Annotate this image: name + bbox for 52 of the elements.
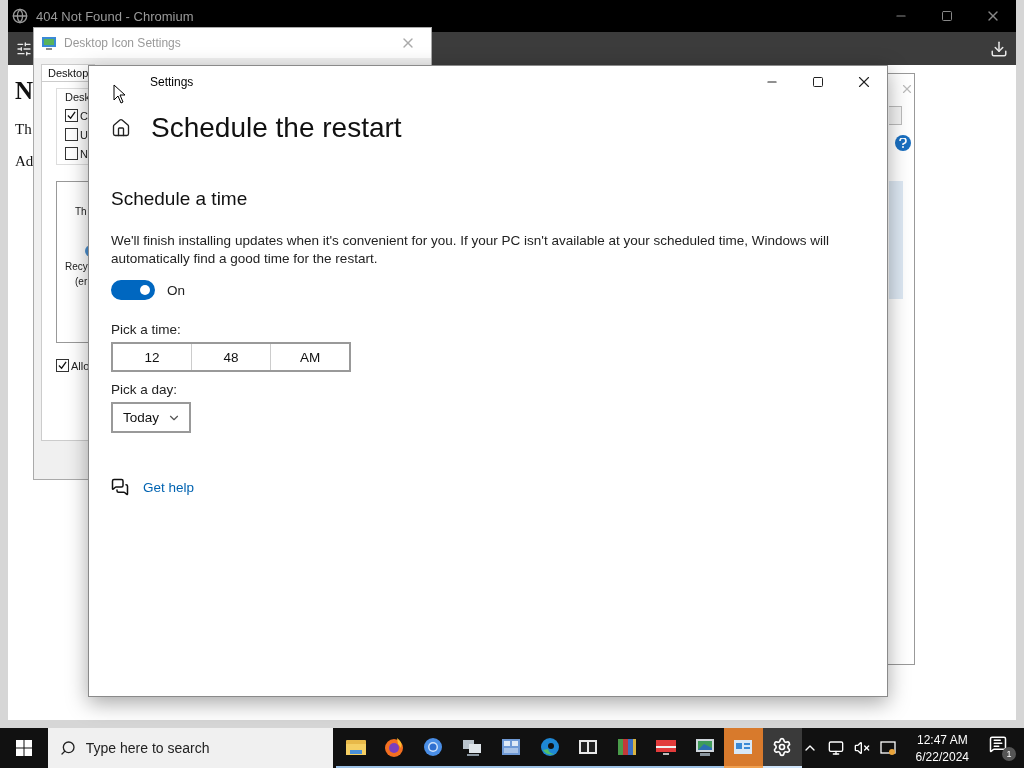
dialog-tab[interactable]: Desktop — [41, 64, 96, 81]
volume-muted-icon[interactable] — [853, 740, 870, 756]
window-title: Settings — [150, 75, 194, 89]
checkbox[interactable] — [56, 359, 69, 372]
search-icon — [59, 740, 76, 756]
icon-label: Recy — [65, 261, 88, 272]
globe-icon — [12, 8, 28, 24]
settings-icon — [772, 737, 793, 757]
clock[interactable]: 12:47 AM 6/22/2024 — [915, 732, 969, 764]
sliders-icon[interactable] — [16, 40, 32, 57]
page-text: Th — [15, 120, 32, 137]
window-title: Desktop Icon Settings — [64, 36, 181, 50]
firefox-icon — [383, 736, 406, 758]
toggle-switch[interactable] — [111, 280, 155, 300]
checkbox[interactable] — [65, 147, 78, 160]
download-icon[interactable] — [990, 39, 1008, 58]
checkbox-label: C — [80, 109, 88, 122]
books-icon — [616, 736, 639, 758]
group-label: Desk — [65, 91, 91, 103]
maximize-icon[interactable] — [812, 76, 824, 88]
network-icon[interactable] — [827, 740, 844, 756]
field-label: Pick a time: — [111, 322, 182, 337]
checkbox[interactable] — [65, 109, 78, 122]
time-picker[interactable]: 12 48 AM — [111, 342, 351, 372]
toggle-label: On — [167, 282, 185, 298]
day-dropdown[interactable]: Today — [111, 402, 191, 433]
cursor-icon — [113, 84, 127, 104]
help-icon[interactable] — [895, 135, 911, 151]
window-title: 404 Not Found - Chromium — [36, 8, 194, 24]
monitor-icon — [693, 736, 716, 758]
section-heading: Schedule a time — [111, 188, 249, 210]
display-icon[interactable] — [879, 740, 896, 756]
icon-label: (er — [75, 276, 88, 287]
field-label: Pick a day: — [111, 382, 179, 397]
maximize-icon[interactable] — [941, 10, 953, 22]
home-icon[interactable] — [111, 118, 131, 138]
edge-icon — [538, 736, 561, 758]
control-panel-icon — [499, 736, 522, 758]
icon-label: Th — [75, 206, 87, 217]
page-heading: Schedule the restart — [151, 112, 402, 144]
help-chat-icon — [111, 478, 129, 496]
desktop-icon — [42, 36, 56, 50]
checkbox[interactable] — [65, 128, 78, 141]
page-text: Ad — [15, 153, 34, 170]
description-text: We'll finish installing updates when it's convenient for you. If your PC isn't available at your scheduled time, Windows will automatically find a good time for the restart. — [111, 232, 831, 268]
checkbox-label: U — [80, 128, 88, 141]
page-text: N — [15, 77, 34, 105]
help-link[interactable]: Get help — [143, 479, 195, 495]
search-field[interactable]: Type here to search — [47, 728, 334, 768]
browser-icon — [422, 736, 445, 758]
windows-start-icon[interactable] — [15, 740, 32, 756]
checkbox-label: N — [80, 147, 88, 160]
